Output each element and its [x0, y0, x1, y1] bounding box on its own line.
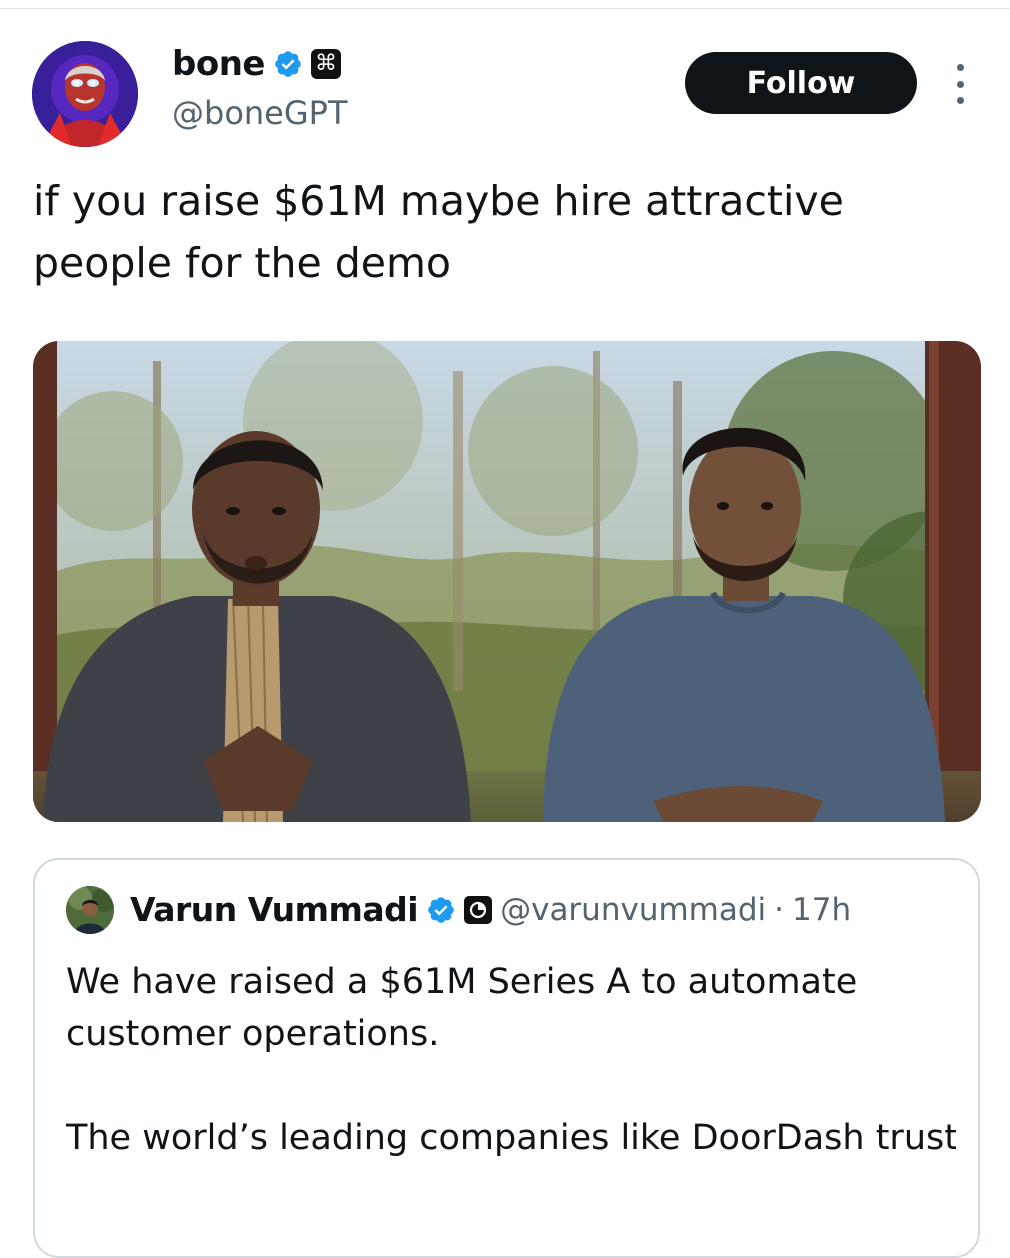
- quoted-author-avatar[interactable]: [66, 886, 114, 934]
- quoted-tweet-card[interactable]: Varun Vummadi @varunvummadi · 17h We hav…: [33, 858, 980, 1258]
- top-divider: [0, 8, 1010, 9]
- tweet-media-image[interactable]: [33, 341, 981, 822]
- giga-logo-icon: [464, 895, 493, 924]
- author-avatar[interactable]: [32, 41, 138, 147]
- follow-button[interactable]: Follow: [685, 52, 917, 114]
- verified-badge-icon: [428, 896, 454, 923]
- verified-badge-icon: [275, 51, 301, 77]
- quoted-tweet-text: We have raised a $61M Series A to automa…: [66, 962, 858, 1054]
- separator-dot: ·: [774, 891, 785, 928]
- author-display-name[interactable]: bone: [172, 44, 265, 84]
- quoted-tweet-text-continued: The world’s leading companies like DoorD…: [66, 1118, 956, 1158]
- quoted-author-handle[interactable]: @varunvummadi: [500, 892, 766, 928]
- author-name-row: bone ⌘: [172, 44, 341, 84]
- quoted-author-row: Varun Vummadi @varunvummadi · 17h: [130, 890, 851, 929]
- author-handle[interactable]: @boneGPT: [172, 94, 348, 132]
- more-vertical-icon[interactable]: [950, 64, 970, 104]
- command-key-icon: ⌘: [310, 49, 341, 79]
- tweet-text: if you raise $61M maybe hire attractive …: [33, 177, 844, 287]
- quoted-author-display-name[interactable]: Varun Vummadi: [130, 890, 419, 929]
- quoted-tweet-time[interactable]: 17h: [792, 892, 851, 928]
